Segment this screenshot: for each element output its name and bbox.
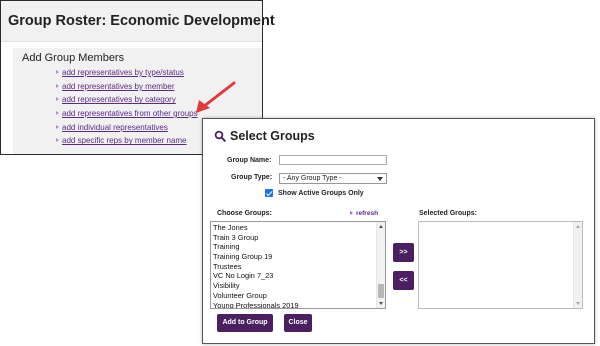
list-item[interactable]: Trustees bbox=[213, 262, 299, 272]
scroll-down-icon[interactable] bbox=[379, 302, 383, 305]
choose-groups-scrollbar[interactable] bbox=[376, 222, 385, 308]
list-item[interactable]: Volunteer Group bbox=[213, 291, 299, 301]
add-members-links: add representatives by type/status add r… bbox=[56, 68, 198, 150]
add-to-group-button[interactable]: Add to Group bbox=[217, 314, 273, 332]
list-item[interactable]: Training bbox=[213, 242, 299, 252]
remove-selected-button[interactable]: << bbox=[393, 271, 414, 290]
selected-groups-label: Selected Groups: bbox=[419, 210, 477, 217]
caret-right-icon bbox=[56, 83, 59, 88]
scroll-thumb[interactable] bbox=[378, 284, 384, 298]
close-button[interactable]: Close bbox=[284, 314, 312, 332]
link-add-by-category[interactable]: add representatives by category bbox=[56, 95, 198, 109]
add-selected-button[interactable]: >> bbox=[393, 243, 414, 262]
link-add-by-member[interactable]: add representatives by member bbox=[56, 82, 198, 96]
group-type-value: - Any Group Type - bbox=[283, 175, 342, 182]
show-active-checkbox[interactable] bbox=[265, 189, 273, 197]
selected-groups-list[interactable] bbox=[418, 221, 583, 309]
group-type-select[interactable]: - Any Group Type - bbox=[279, 173, 387, 184]
dialog-title: Select Groups bbox=[230, 129, 315, 143]
list-item[interactable]: Training Group 19 bbox=[213, 252, 299, 262]
list-item[interactable]: The Jones bbox=[213, 223, 299, 233]
scroll-up-icon[interactable] bbox=[379, 225, 383, 228]
list-item[interactable]: Young Professionals 2019 bbox=[213, 301, 299, 309]
choose-groups-label: Choose Groups: bbox=[217, 210, 272, 217]
group-type-label: Group Type: bbox=[231, 174, 273, 181]
list-item[interactable]: Visibility bbox=[213, 281, 299, 291]
scroll-down-icon[interactable] bbox=[576, 302, 580, 305]
link-add-from-other-groups[interactable]: add representatives from other groups bbox=[56, 109, 198, 123]
link-add-specific-reps[interactable]: add specific reps by member name bbox=[56, 136, 198, 150]
chevron-down-icon bbox=[377, 177, 383, 181]
show-active-label: Show Active Groups Only bbox=[278, 190, 364, 197]
card-title: Add Group Members bbox=[22, 52, 125, 64]
list-item[interactable]: Train 3 Group bbox=[213, 233, 299, 243]
caret-right-icon bbox=[56, 70, 59, 74]
caret-right-icon bbox=[56, 124, 59, 129]
scroll-up-icon[interactable] bbox=[576, 225, 580, 228]
group-name-input[interactable] bbox=[279, 155, 387, 165]
page-title: Group Roster: Economic Development bbox=[8, 13, 275, 29]
select-groups-dialog: Select Groups Group Name: Group Type: - … bbox=[202, 118, 595, 344]
selected-groups-scrollbar[interactable] bbox=[573, 222, 582, 308]
caret-right-icon bbox=[56, 97, 59, 102]
link-add-individual[interactable]: add individual representatives bbox=[56, 123, 198, 137]
caret-right-icon bbox=[56, 138, 59, 143]
search-icon bbox=[214, 130, 226, 142]
link-add-by-type-status[interactable]: add representatives by type/status bbox=[56, 68, 198, 82]
caret-right-icon bbox=[56, 111, 59, 116]
caret-right-icon bbox=[350, 211, 353, 215]
choose-groups-list[interactable]: The Jones Train 3 Group Training Trainin… bbox=[210, 221, 386, 309]
group-name-label: Group Name: bbox=[227, 157, 272, 164]
list-item[interactable]: VC No Login 7_23 bbox=[213, 271, 299, 281]
refresh-link[interactable]: refresh bbox=[350, 210, 378, 217]
